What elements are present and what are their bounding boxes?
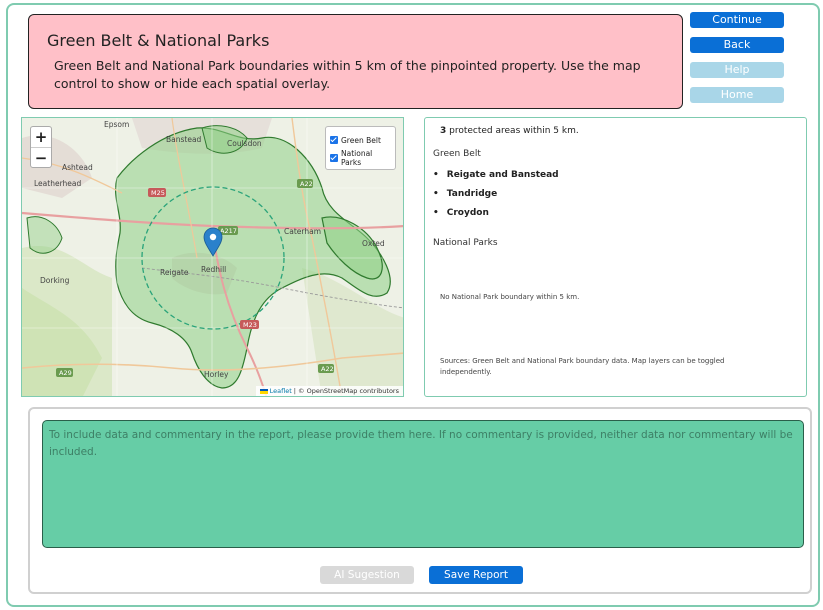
save-report-button[interactable]: Save Report [429, 566, 523, 584]
layer-label-national-parks: National Parks [341, 149, 373, 167]
layer-label-green-belt: Green Belt [341, 135, 381, 145]
sources-note: Sources: Green Belt and National Park bo… [440, 357, 725, 376]
page-title: Green Belt & National Parks [47, 31, 270, 50]
place-label-oxted: Oxted [362, 239, 385, 248]
commentary-panel: AI Sugestion Save Report [28, 407, 812, 594]
zoom-out-button[interactable]: − [31, 147, 51, 167]
road-label-m25: M25 [151, 189, 165, 197]
place-label-leatherhead: Leatherhead [34, 179, 81, 188]
layer-toggle-green-belt[interactable]: Green Belt [330, 131, 391, 149]
place-label-epsom: Epsom [104, 120, 129, 129]
leaflet-link[interactable]: Leaflet [270, 387, 292, 395]
place-label-reigate: Reigate [160, 268, 189, 277]
back-button[interactable]: Back [690, 37, 784, 53]
zoom-in-button[interactable]: + [31, 127, 51, 147]
place-label-ashtead: Ashtead [62, 163, 93, 172]
protected-areas-panel: 3 protected areas within 5 km. Green Bel… [424, 117, 807, 397]
home-button[interactable]: Home [690, 87, 784, 103]
list-item: Tandridge [433, 184, 798, 203]
zoom-control: + − [30, 126, 52, 168]
green-belt-list: Reigate and Banstead Tandridge Croydon [433, 165, 798, 222]
map-view[interactable]: Epsom Banstead Coulsdon Ashtead Leatherh… [21, 117, 404, 397]
place-label-banstead: Banstead [166, 135, 202, 144]
nav-button-column: Continue Back Help Home [690, 12, 784, 112]
road-label-a22: A22 [300, 180, 313, 188]
checkbox-checked-icon[interactable] [330, 154, 338, 162]
layer-toggle-national-parks[interactable]: National Parks [330, 149, 391, 167]
summary-suffix: protected areas within 5 km. [446, 126, 579, 136]
layer-control: Green Belt National Parks [325, 126, 396, 170]
road-label-a29: A29 [59, 369, 72, 377]
osm-attribution: | © OpenStreetMap contributors [293, 387, 399, 395]
page-description: Green Belt and National Park boundaries … [54, 58, 641, 91]
protected-areas-summary: 3 protected areas within 5 km. [433, 126, 798, 136]
place-label-redhill: Redhill [201, 265, 226, 274]
national-parks-empty-message: No National Park boundary within 5 km. [440, 293, 580, 301]
green-belt-heading: Green Belt [433, 149, 481, 159]
commentary-input[interactable] [42, 420, 804, 548]
road-label-a217: A217 [220, 227, 237, 235]
ai-suggestion-button[interactable]: AI Sugestion [320, 566, 414, 584]
continue-button[interactable]: Continue [690, 12, 784, 28]
list-item: Reigate and Banstead [433, 165, 798, 184]
header-panel: Green Belt & National Parks Green Belt a… [28, 14, 683, 109]
place-label-caterham: Caterham [284, 227, 321, 236]
road-label-m23: M23 [243, 321, 257, 329]
map-attribution: Leaflet | © OpenStreetMap contributors [255, 386, 403, 396]
national-parks-heading: National Parks [433, 238, 498, 248]
help-button[interactable]: Help [690, 62, 784, 78]
ukraine-flag-icon [259, 388, 268, 394]
road-label-a22-south: A22 [321, 365, 334, 373]
place-label-dorking: Dorking [40, 276, 70, 285]
place-label-horley: Horley [204, 370, 229, 379]
list-item: Croydon [433, 203, 798, 222]
checkbox-checked-icon[interactable] [330, 136, 338, 144]
place-label-coulsdon: Coulsdon [227, 139, 262, 148]
